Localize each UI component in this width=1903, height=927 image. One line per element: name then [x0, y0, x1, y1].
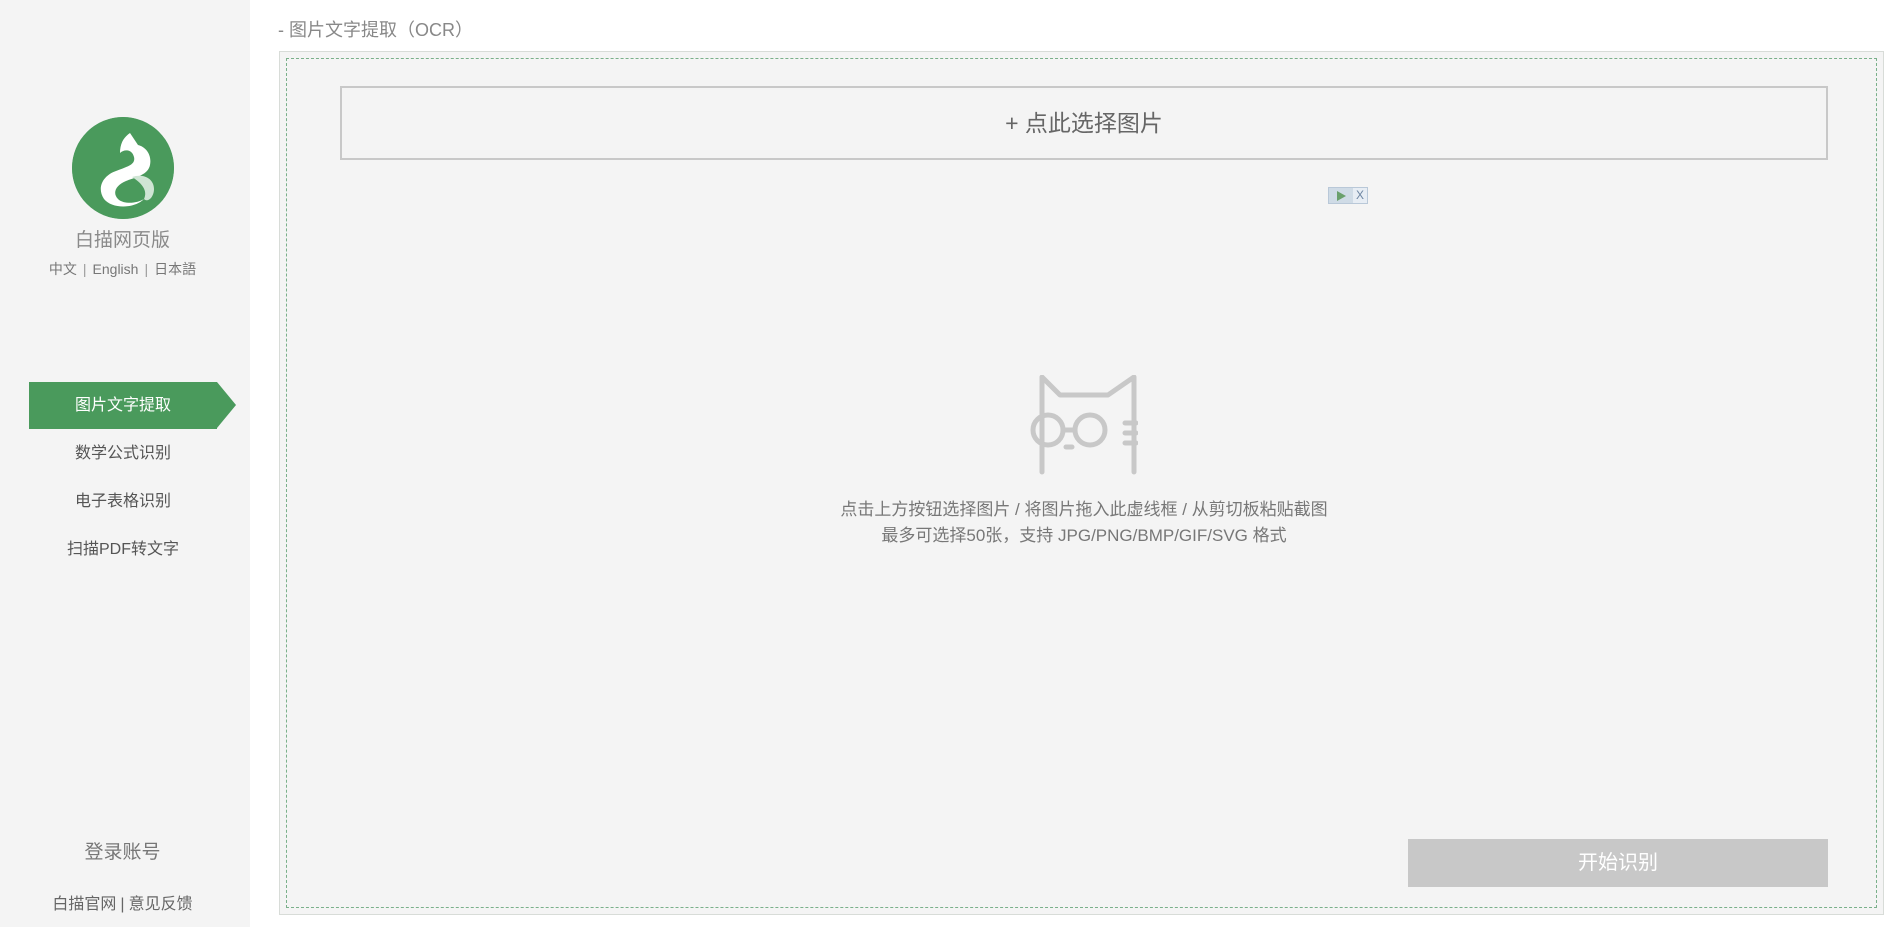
- drop-zone-panel[interactable]: [279, 51, 1884, 915]
- lang-separator: |: [82, 261, 87, 277]
- nav-item-image-ocr[interactable]: 图片文字提取: [29, 382, 236, 429]
- lang-japanese[interactable]: 日本語: [154, 261, 196, 277]
- official-site-link[interactable]: 白描官网: [52, 896, 116, 913]
- page-title: - 图片文字提取（OCR）: [278, 20, 473, 40]
- cat-logo-icon: [72, 117, 174, 219]
- ad-play-icon[interactable]: [1329, 188, 1353, 203]
- nav-item-math-formula[interactable]: 数学公式识别: [29, 430, 217, 477]
- login-link[interactable]: 登录账号: [0, 837, 245, 864]
- lang-english[interactable]: English: [93, 261, 139, 277]
- lang-separator: |: [144, 261, 149, 277]
- footer-separator: |: [120, 896, 125, 913]
- nav-item-pdf-to-text[interactable]: 扫描PDF转文字: [29, 526, 217, 573]
- start-recognition-button[interactable]: 开始识别: [1408, 839, 1828, 887]
- lang-chinese[interactable]: 中文: [49, 261, 77, 277]
- brand-name: 白描网页版: [74, 230, 170, 251]
- feedback-link[interactable]: 意见反馈: [129, 896, 193, 913]
- footer-links: 白描官网 | 意见反馈: [0, 890, 245, 914]
- ad-close-button[interactable]: X: [1353, 188, 1367, 203]
- cat-glasses-icon: [1030, 374, 1139, 475]
- drop-zone-dashed-border[interactable]: [286, 58, 1877, 908]
- sidebar: 白描网页版 中文 | English | 日本語 图片文字提取 数学公式识别 电子表格识…: [0, 0, 250, 927]
- drop-hint-formats: 最多可选择50张，支持 JPG/PNG/BMP/GIF/SVG 格式: [881, 526, 1287, 545]
- nav-item-spreadsheet[interactable]: 电子表格识别: [29, 478, 217, 525]
- drop-hint-primary: 点击上方按钮选择图片 / 将图片拖入此虚线框 / 从剪切板粘贴截图: [840, 500, 1328, 519]
- language-switcher: 中文 | English | 日本語: [0, 259, 245, 279]
- select-image-button[interactable]: + 点此选择图片: [340, 86, 1828, 160]
- ad-badge[interactable]: X: [1328, 187, 1368, 204]
